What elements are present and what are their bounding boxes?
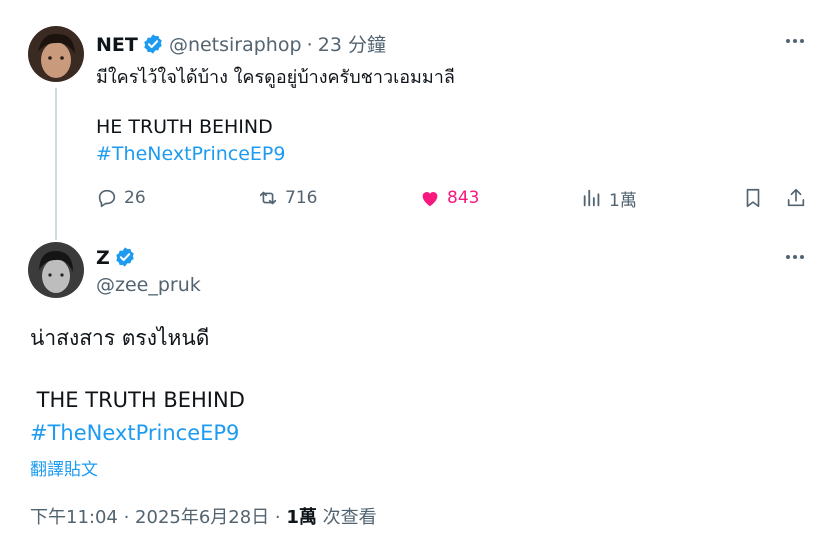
- avatar[interactable]: [28, 26, 84, 82]
- retweet-button[interactable]: 716: [257, 184, 317, 212]
- avatar[interactable]: [28, 242, 84, 298]
- bookmark-icon: [746, 188, 760, 208]
- bookmark-button[interactable]: [742, 184, 764, 212]
- views-button[interactable]: 1萬: [581, 184, 637, 212]
- like-count: 843: [447, 188, 480, 208]
- retweet-icon: [259, 191, 277, 205]
- reply-icon: [98, 189, 116, 208]
- share-button[interactable]: [785, 184, 807, 212]
- display-name[interactable]: Z: [96, 247, 110, 269]
- post-metadata: 下午11:04 · 2025年6月28日 · 1萬 次查看: [30, 503, 377, 529]
- views-count: 1萬: [609, 190, 637, 211]
- retweet-count: 716: [285, 188, 318, 208]
- reply-count: 26: [124, 188, 146, 208]
- tweet-text-line: มีใครไว้ใจได้บ้าง ใครดูอยู่บ้างครับชาวเอ…: [96, 67, 455, 88]
- user-handle[interactable]: @zee_pruk: [96, 274, 201, 296]
- thread-connector-line: [55, 88, 57, 240]
- views-label: 次查看: [316, 507, 377, 528]
- tweet-header: NET @netsiraphop · 23 分鐘: [96, 30, 386, 57]
- more-icon[interactable]: [783, 245, 807, 269]
- like-button[interactable]: 843: [419, 184, 479, 212]
- share-icon: [787, 188, 805, 207]
- timestamp[interactable]: 23 分鐘: [318, 34, 386, 56]
- views-icon: [583, 189, 600, 207]
- tweet-text-line: THE TRUTH BEHIND: [30, 388, 245, 412]
- more-icon[interactable]: [783, 29, 807, 53]
- display-name[interactable]: NET: [96, 34, 138, 56]
- post-timestamp[interactable]: 下午11:04 · 2025年6月28日 ·: [30, 507, 286, 528]
- views-count: 1萬: [286, 507, 317, 528]
- tweet-text-line: น่าสงสาร ตรงไหนดี: [30, 326, 210, 350]
- heart-icon: [422, 192, 438, 207]
- hashtag-link[interactable]: #TheNextPrinceEP9: [30, 421, 239, 445]
- translate-post-link[interactable]: 翻譯貼文: [30, 455, 98, 480]
- verified-badge-icon: [116, 247, 134, 267]
- hashtag-link[interactable]: #TheNextPrinceEP9: [96, 143, 285, 165]
- tweet-text-line: HE TRUTH BEHIND: [96, 116, 273, 138]
- tweet-header: Z: [96, 246, 136, 269]
- separator-dot: ·: [306, 34, 313, 56]
- verified-badge-icon: [144, 34, 162, 54]
- user-handle[interactable]: @netsiraphop: [169, 34, 302, 56]
- reply-button[interactable]: 26: [96, 184, 146, 212]
